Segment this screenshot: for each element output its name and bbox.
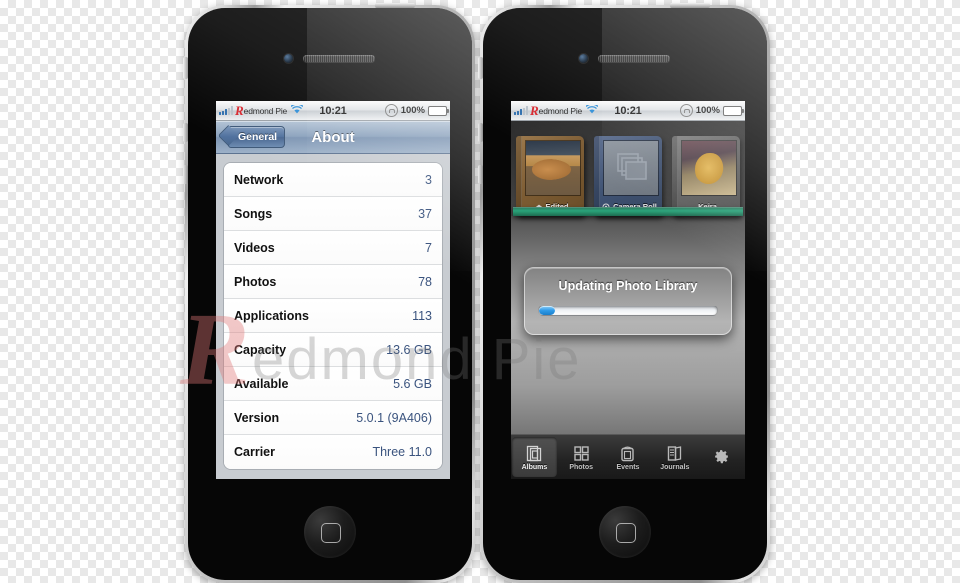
album-thumbnail — [603, 140, 659, 196]
row-value: 113 — [412, 308, 432, 323]
mute-switch-left[interactable] — [183, 57, 188, 79]
tab-label: Events — [616, 463, 640, 471]
photos-grid-icon — [573, 444, 590, 463]
journals-icon — [666, 444, 683, 463]
phone-body-right: R edmond Pie 10:21 100% Updating Photo L… — [483, 8, 767, 580]
table-row[interactable]: Available 5.6 GB — [224, 367, 442, 401]
tab-settings[interactable] — [699, 437, 744, 477]
tab-label: Journals — [660, 463, 690, 471]
row-label: Available — [234, 376, 289, 391]
table-row[interactable]: Network 3 — [224, 163, 442, 197]
row-label: Photos — [234, 274, 277, 289]
album-item-keira[interactable]: Keira — [672, 136, 740, 216]
row-label: Capacity — [234, 342, 287, 357]
gear-icon — [713, 447, 730, 466]
about-table-group: Network 3 Songs 37 Videos 7 Photos 78 Ap… — [223, 162, 443, 470]
shelf-edge — [513, 207, 743, 216]
dialog-title: Updating Photo Library — [558, 279, 698, 293]
album-shelf: Edited — [511, 121, 745, 216]
front-camera-icon-right — [579, 54, 588, 63]
volume-down-button-left[interactable] — [183, 165, 188, 184]
table-row[interactable]: Videos 7 — [224, 231, 442, 265]
album-thumbnail — [681, 140, 737, 196]
tab-journals[interactable]: Journals — [652, 437, 697, 477]
battery-icon — [428, 105, 449, 116]
mute-switch-right[interactable] — [478, 57, 483, 79]
album-item-edited[interactable]: Edited — [516, 136, 584, 216]
album-thumbnail — [525, 140, 581, 196]
tab-bar: Albums Photos Events Journals — [511, 434, 745, 479]
earpiece-speaker-right — [598, 55, 670, 62]
screen-right[interactable]: R edmond Pie 10:21 100% Updating Photo L… — [511, 101, 745, 479]
home-button-left[interactable] — [304, 506, 356, 558]
row-value: Three 11.0 — [372, 445, 432, 459]
row-label: Network — [234, 172, 284, 187]
row-label: Videos — [234, 240, 275, 255]
tab-photos[interactable]: Photos — [559, 437, 604, 477]
battery-percent: 100% — [695, 105, 720, 116]
screen-left[interactable]: R edmond Pie 10:21 100% General About Ne… — [216, 101, 450, 479]
back-button-general[interactable]: General — [228, 126, 286, 148]
table-row[interactable]: Applications 113 — [224, 299, 442, 333]
volume-up-button-right[interactable] — [478, 123, 483, 142]
photos-app-content: Edited — [511, 121, 745, 479]
table-row[interactable]: Carrier Three 11.0 — [224, 435, 442, 469]
home-button-right[interactable] — [599, 506, 651, 558]
status-bar-right-group: 100% — [384, 104, 449, 117]
home-button-square-icon — [321, 523, 341, 543]
volume-up-button-left[interactable] — [183, 123, 188, 142]
volume-down-button-right[interactable] — [478, 165, 483, 184]
events-icon — [619, 444, 636, 463]
status-bar-right: R edmond Pie 10:21 100% — [511, 101, 745, 121]
tab-events[interactable]: Events — [606, 437, 651, 477]
rotation-lock-icon — [679, 104, 693, 117]
iphone-right: R edmond Pie 10:21 100% Updating Photo L… — [478, 3, 770, 583]
tab-label: Photos — [569, 463, 594, 471]
phone-body-left: R edmond Pie 10:21 100% General About Ne… — [188, 8, 472, 580]
row-value: 13.6 GB — [386, 342, 432, 357]
row-value: 5.6 GB — [393, 376, 432, 391]
row-value: 3 — [425, 172, 432, 187]
table-row[interactable]: Capacity 13.6 GB — [224, 333, 442, 367]
tab-label: Albums — [521, 463, 548, 471]
row-label: Applications — [234, 308, 310, 323]
battery-percent: 100% — [400, 105, 425, 116]
table-row[interactable]: Photos 78 — [224, 265, 442, 299]
earpiece-speaker-left — [303, 55, 375, 62]
row-value: 7 — [425, 240, 432, 255]
navigation-bar-left: General About — [216, 121, 450, 154]
status-bar-left: R edmond Pie 10:21 100% — [216, 101, 450, 121]
home-button-square-icon — [616, 523, 636, 543]
battery-icon — [723, 105, 744, 116]
row-value: 78 — [418, 274, 432, 289]
table-row[interactable]: Version 5.0.1 (9A406) — [224, 401, 442, 435]
row-label: Songs — [234, 206, 273, 221]
row-label: Carrier — [234, 445, 275, 459]
screenshot-stage: R edmond Pie 10:21 100% General About Ne… — [0, 0, 960, 583]
status-bar-right-group: 100% — [679, 104, 744, 117]
updating-photo-library-dialog: Updating Photo Library — [524, 267, 732, 335]
row-label: Version — [234, 410, 280, 425]
front-camera-icon-left — [284, 54, 293, 63]
tab-albums[interactable]: Albums — [512, 437, 557, 477]
row-value: 5.0.1 (9A406) — [356, 410, 432, 425]
progress-bar-fill — [539, 306, 556, 315]
about-table-container: Network 3 Songs 37 Videos 7 Photos 78 Ap… — [216, 154, 450, 479]
power-button-right[interactable] — [670, 3, 710, 8]
album-item-camera-roll[interactable]: Camera Roll — [594, 136, 662, 216]
row-value: 37 — [418, 206, 432, 221]
rotation-lock-icon — [384, 104, 398, 117]
power-button-left[interactable] — [375, 3, 415, 8]
albums-icon — [526, 444, 543, 463]
table-row[interactable]: Songs 37 — [224, 197, 442, 231]
iphone-left: R edmond Pie 10:21 100% General About Ne… — [183, 3, 475, 583]
progress-bar — [538, 305, 718, 316]
